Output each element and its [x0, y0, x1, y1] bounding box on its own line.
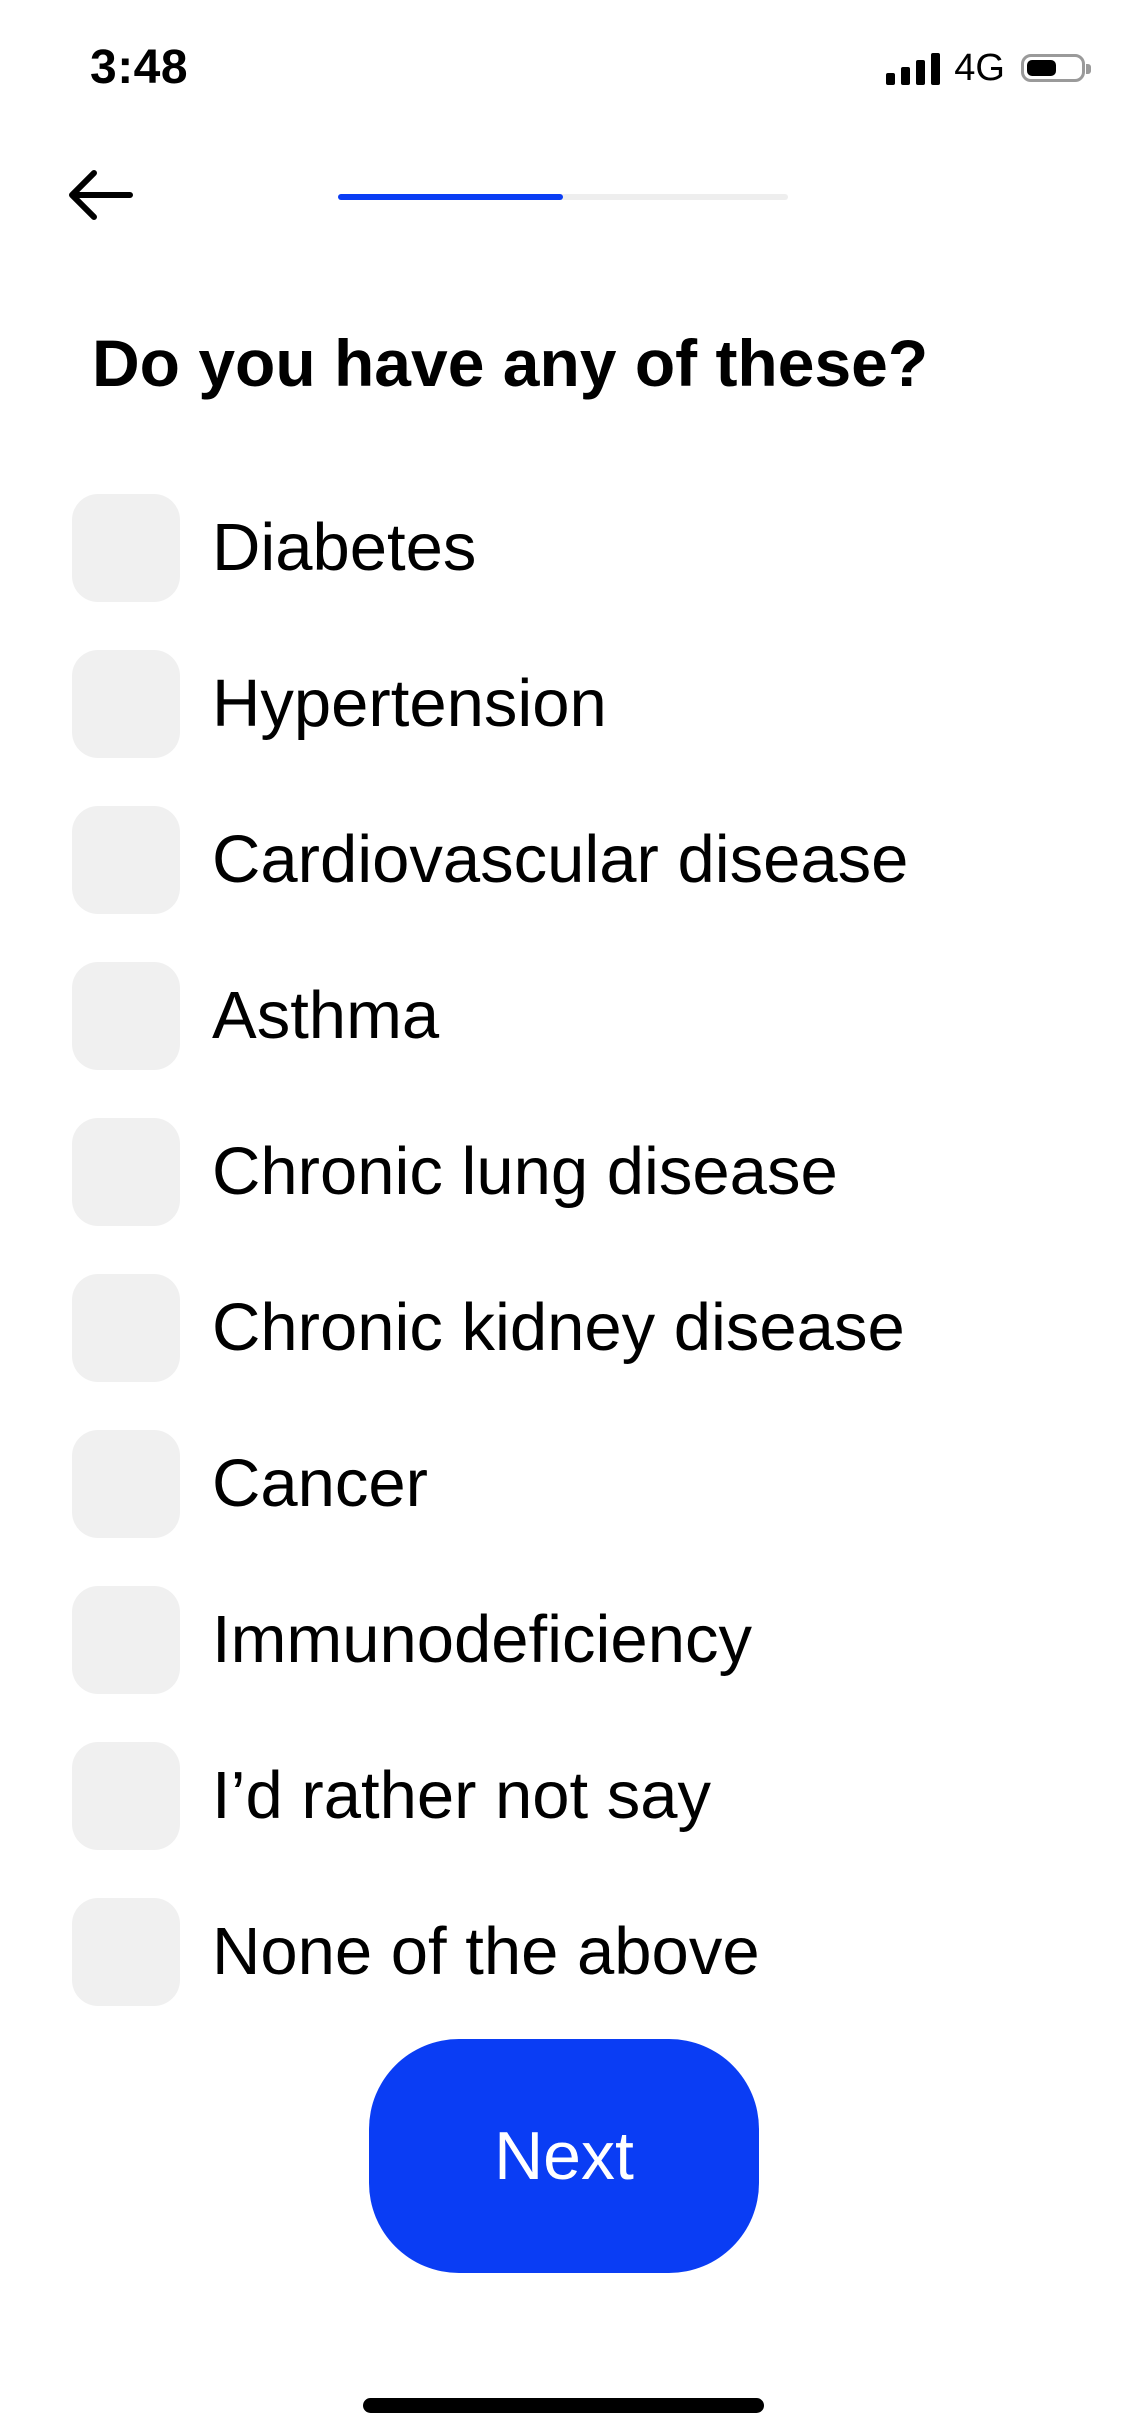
option-row[interactable]: Diabetes — [72, 494, 1072, 650]
status-bar: 3:48 4G — [0, 0, 1125, 135]
option-label: Asthma — [212, 978, 440, 1053]
battery-icon — [1021, 54, 1091, 82]
option-row[interactable]: Asthma — [72, 962, 1072, 1118]
checkbox[interactable] — [72, 1898, 180, 2006]
option-row[interactable]: Chronic kidney disease — [72, 1274, 1072, 1430]
status-time: 3:48 — [90, 41, 189, 94]
option-label: Chronic kidney disease — [212, 1290, 905, 1365]
arrow-left-icon — [69, 170, 133, 220]
back-button[interactable] — [60, 160, 140, 230]
option-label: Chronic lung disease — [212, 1134, 838, 1209]
option-label: I’d rather not say — [212, 1758, 712, 1833]
question-title: Do you have any of these? — [92, 326, 929, 400]
option-label: None of the above — [212, 1914, 760, 1989]
option-label: Diabetes — [212, 510, 477, 585]
home-indicator — [363, 2398, 764, 2413]
options-list: Diabetes Hypertension Cardiovascular disea… — [72, 494, 1072, 2054]
next-button[interactable]: Next — [369, 2039, 759, 2273]
checkbox[interactable] — [72, 1586, 180, 1694]
battery-level — [1027, 60, 1056, 76]
status-indicators: 4G — [886, 46, 1091, 89]
option-row[interactable]: Cancer — [72, 1430, 1072, 1586]
option-label: Cardiovascular disease — [212, 822, 909, 897]
option-row[interactable]: Cardiovascular disease — [72, 806, 1072, 962]
checkbox[interactable] — [72, 1274, 180, 1382]
checkbox[interactable] — [72, 494, 180, 602]
option-row[interactable]: Immunodeficiency — [72, 1586, 1072, 1742]
option-row[interactable]: Chronic lung disease — [72, 1118, 1072, 1274]
checkbox[interactable] — [72, 650, 180, 758]
option-row[interactable]: Hypertension — [72, 650, 1072, 806]
progress-fill — [338, 194, 563, 200]
network-label: 4G — [954, 46, 1005, 89]
option-label: Hypertension — [212, 666, 607, 741]
option-row[interactable]: None of the above — [72, 1898, 1072, 2054]
signal-icon — [886, 51, 941, 85]
option-label: Cancer — [212, 1446, 428, 1521]
checkbox[interactable] — [72, 1742, 180, 1850]
checkbox[interactable] — [72, 1430, 180, 1538]
checkbox[interactable] — [72, 806, 180, 914]
checkbox[interactable] — [72, 1118, 180, 1226]
progress-track — [338, 194, 788, 200]
checkbox[interactable] — [72, 962, 180, 1070]
option-row[interactable]: I’d rather not say — [72, 1742, 1072, 1898]
option-label: Immunodeficiency — [212, 1602, 752, 1677]
